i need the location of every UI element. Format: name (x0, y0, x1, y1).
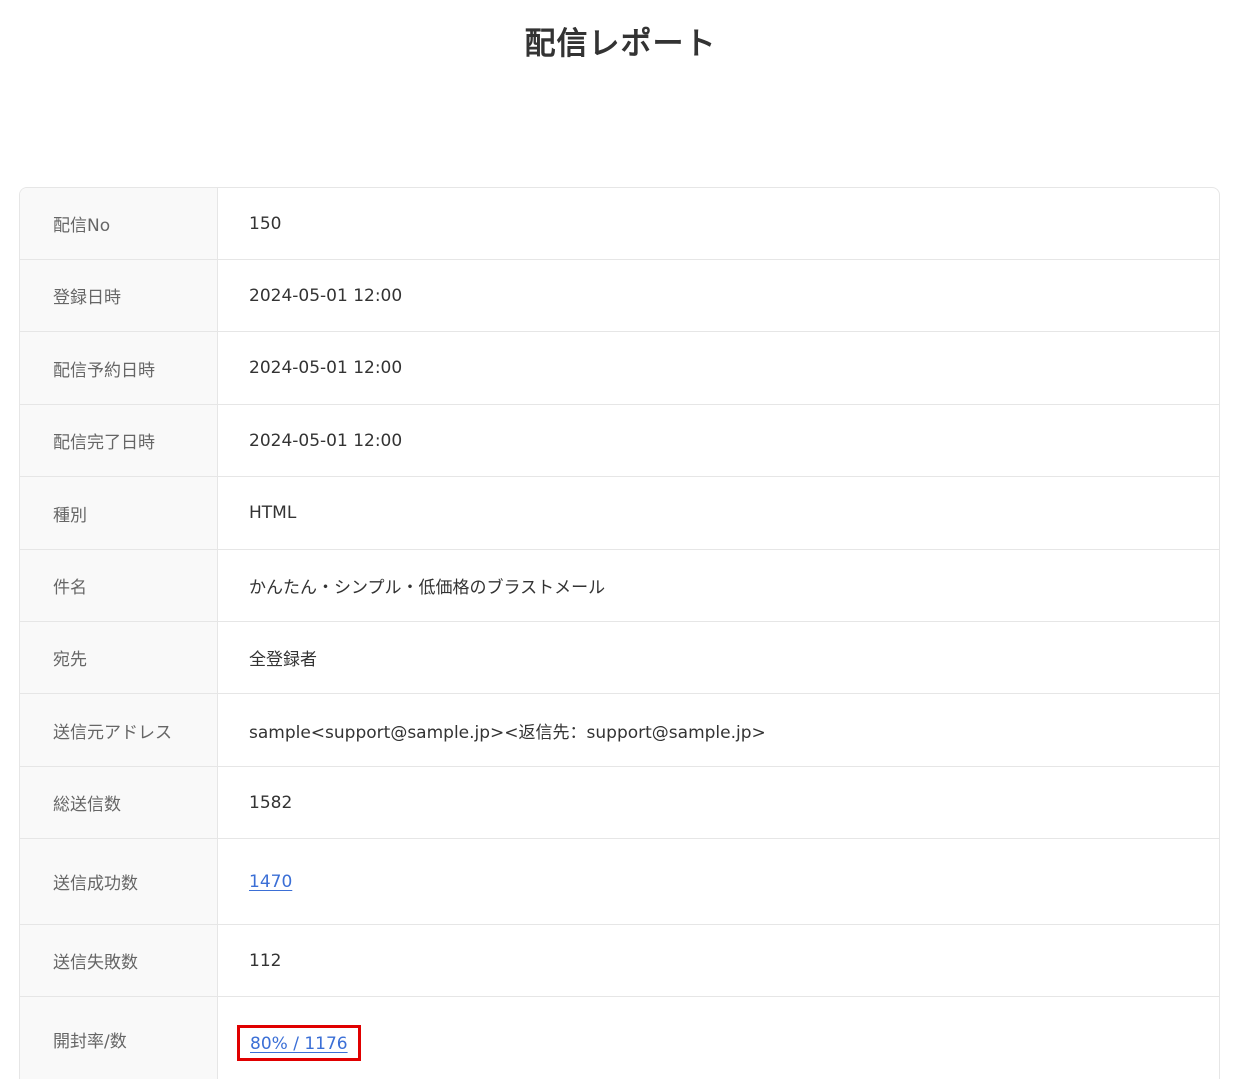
row-value: 2024-05-01 12:00 (249, 285, 403, 306)
row-value: 全登録者 (249, 650, 317, 670)
delivery-report-table: 配信No 150 登録日時 2024-05-01 12:00 配信予約日時 20… (19, 187, 1220, 1079)
row-value: 2024-05-01 12:00 (249, 430, 403, 451)
row-label: 配信予約日時 (20, 332, 218, 404)
table-row-total-sent: 総送信数 1582 (20, 767, 1219, 839)
table-row-sent-failure: 送信失敗数 112 (20, 925, 1219, 997)
table-row-sender-address: 送信元アドレス sample<support@sample.jp><返信先：su… (20, 694, 1219, 767)
row-label: 配信完了日時 (20, 405, 218, 476)
row-value-cell: 1470 (218, 839, 1219, 924)
sent-success-link[interactable]: 1470 (249, 872, 292, 892)
row-label: 開封率/数 (20, 997, 218, 1079)
table-row-open-rate: 開封率/数 80% / 1176 (20, 997, 1219, 1079)
table-row-subject: 件名 かんたん・シンプル・低価格のブラストメール (20, 550, 1219, 622)
table-row-completed-at: 配信完了日時 2024-05-01 12:00 (20, 405, 1219, 477)
row-value: かんたん・シンプル・低価格のブラストメール (249, 578, 606, 598)
row-label: 送信失敗数 (20, 925, 218, 996)
highlight-box: 80% / 1176 (237, 1025, 361, 1061)
row-value-cell: 80% / 1176 (218, 997, 1219, 1079)
row-label: 送信成功数 (20, 839, 218, 924)
row-value: 112 (249, 950, 282, 971)
row-label: 登録日時 (20, 260, 218, 331)
row-value: 2024-05-01 12:00 (249, 358, 403, 378)
row-label: 宛先 (20, 622, 218, 693)
row-value: HTML (249, 503, 297, 523)
row-value: sample<support@sample.jp><返信先：support@sa… (249, 722, 766, 743)
table-row-type: 種別 HTML (20, 477, 1219, 550)
page-title: 配信レポート (524, 26, 717, 62)
table-row-delivery-no: 配信No 150 (20, 188, 1219, 260)
row-label: 配信No (20, 188, 218, 259)
row-label: 送信元アドレス (20, 694, 218, 766)
table-row-scheduled-at: 配信予約日時 2024-05-01 12:00 (20, 332, 1219, 405)
open-rate-link[interactable]: 80% / 1176 (250, 1034, 348, 1054)
row-label: 種別 (20, 477, 218, 549)
row-value: 1582 (249, 792, 293, 813)
table-row-recipient: 宛先 全登録者 (20, 622, 1219, 694)
table-row-registered-at: 登録日時 2024-05-01 12:00 (20, 260, 1219, 332)
row-value: 150 (249, 213, 282, 234)
row-label: 件名 (20, 550, 218, 621)
row-label: 総送信数 (20, 767, 218, 838)
table-row-sent-success: 送信成功数 1470 (20, 839, 1219, 925)
